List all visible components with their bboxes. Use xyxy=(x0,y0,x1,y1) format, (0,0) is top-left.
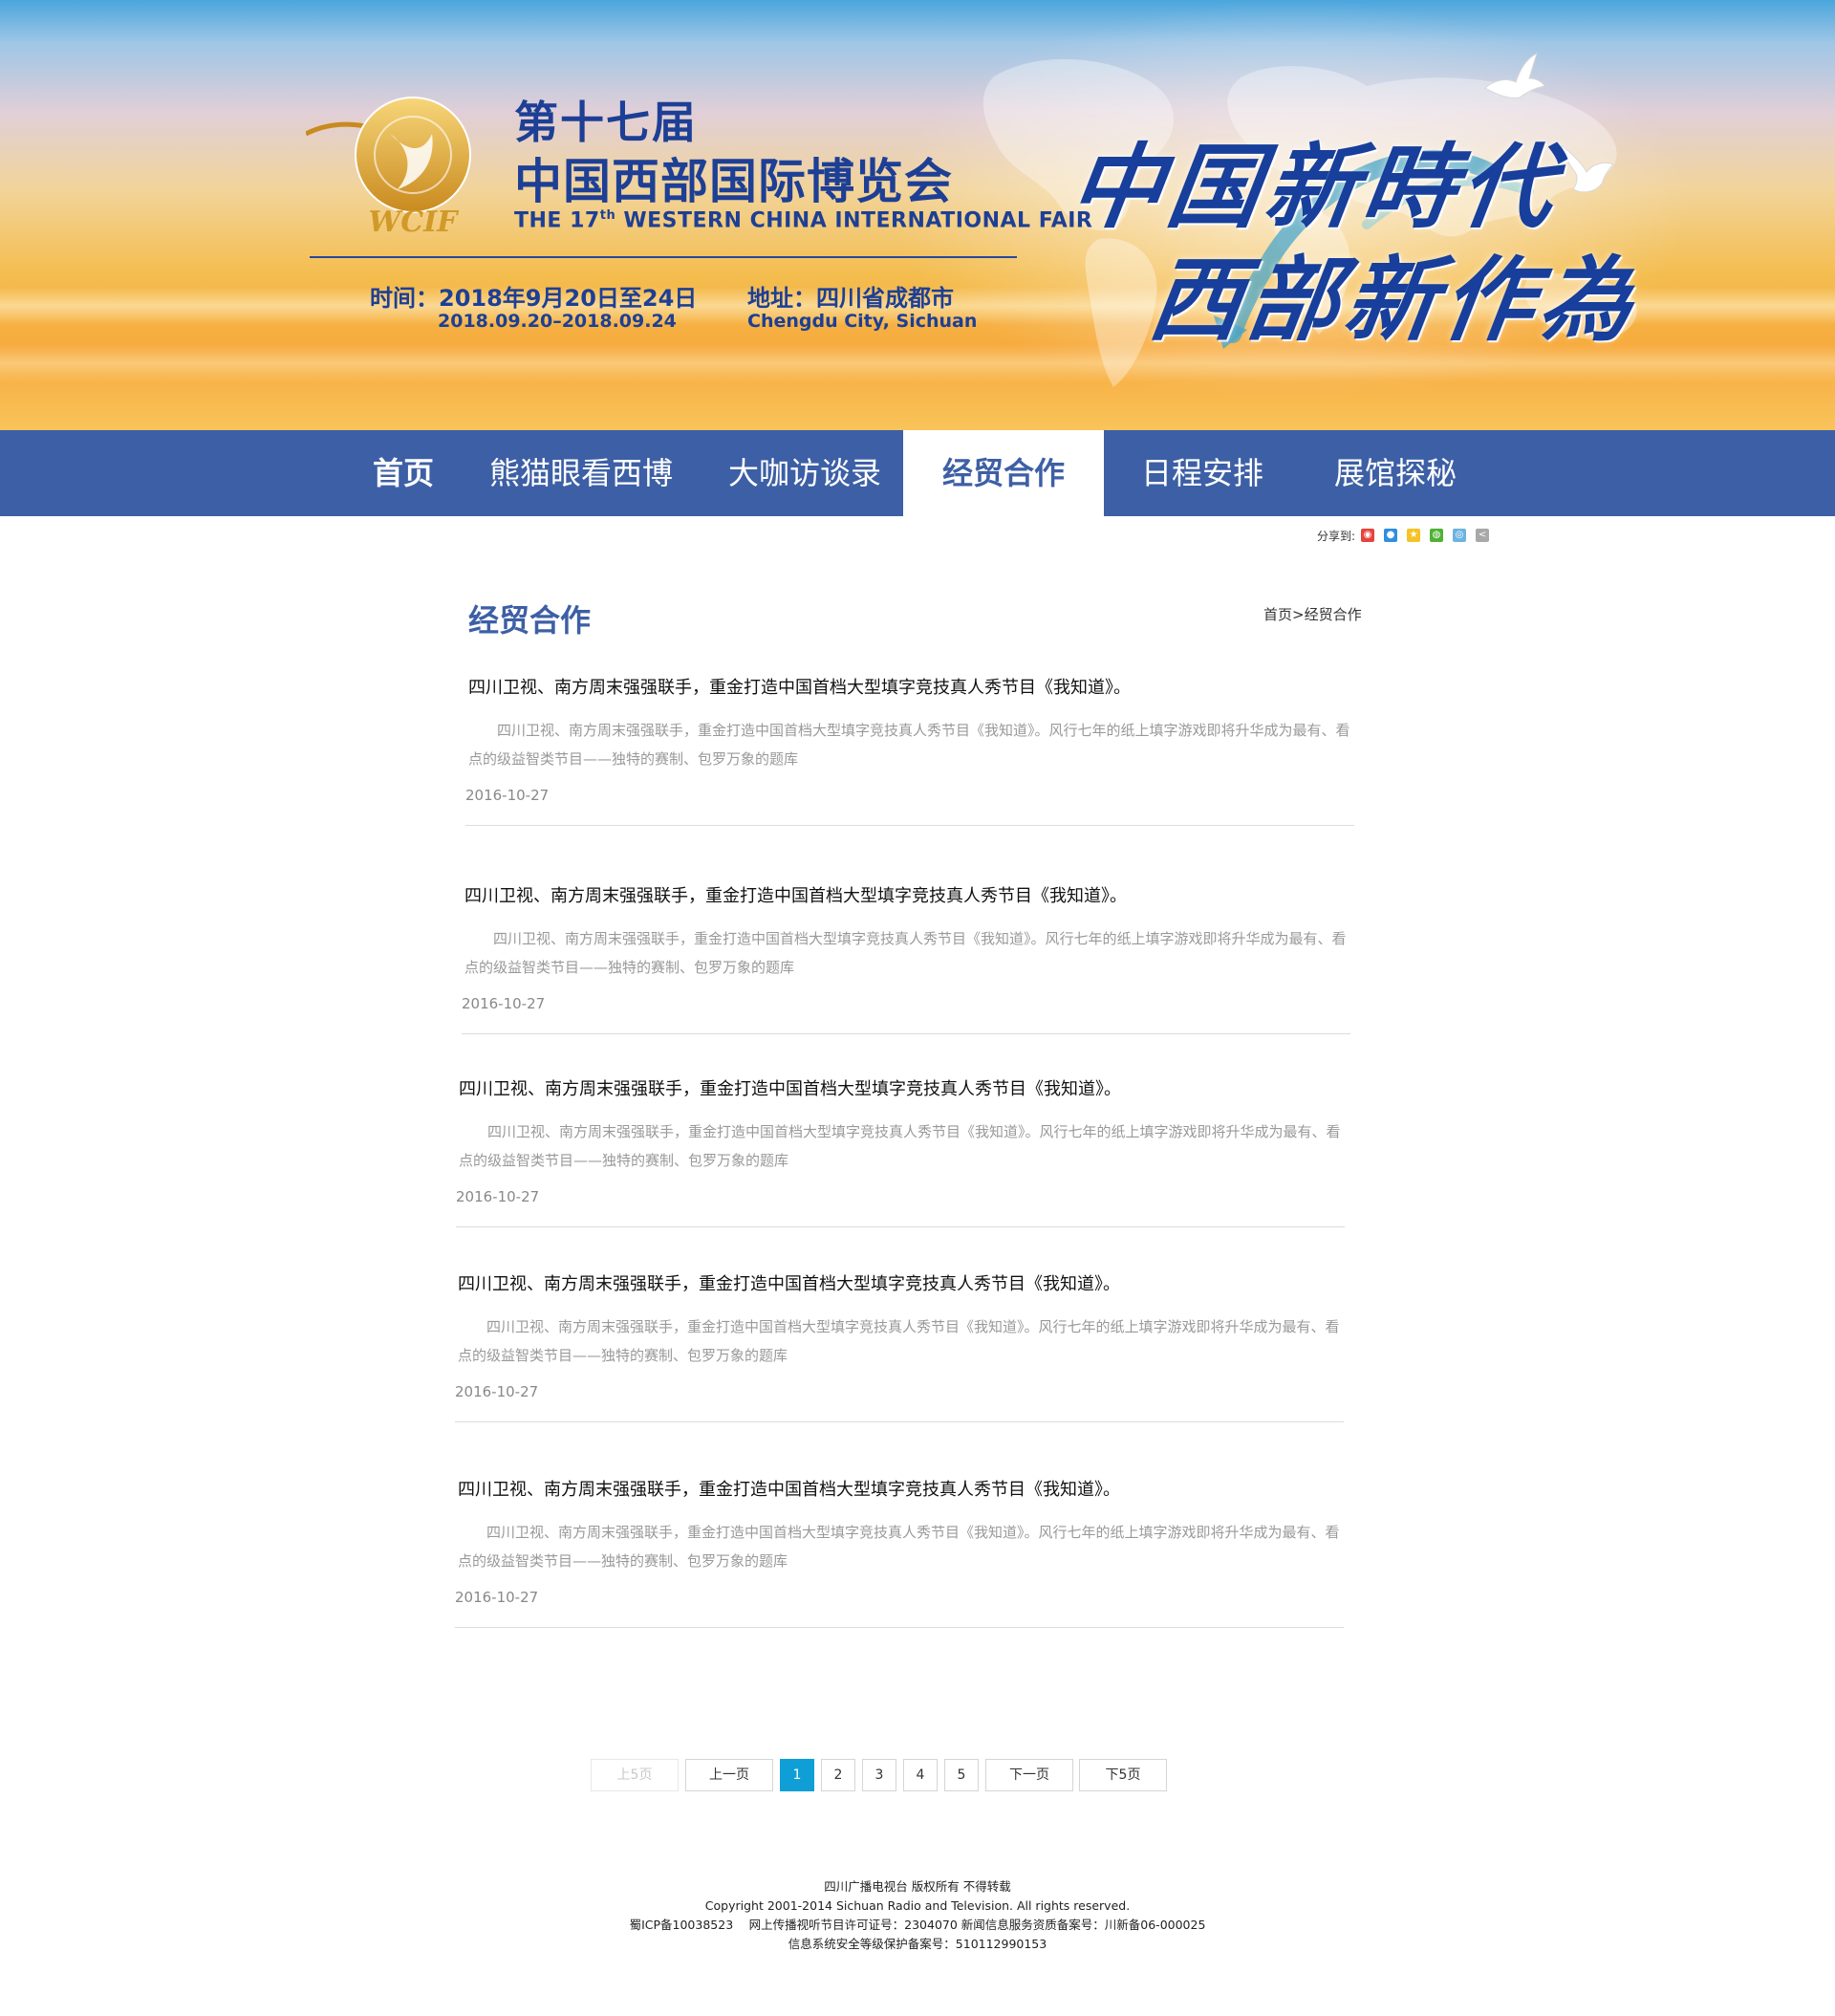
next-page-button[interactable]: 下一页 xyxy=(985,1759,1073,1791)
footer-security-record: 信息系统安全等级保护备案号：510112990153 xyxy=(788,1937,1047,1951)
nav-item-panda-view[interactable]: 熊猫眼看西博 xyxy=(478,430,684,516)
article-summary: 四川卫视、南方周末强强联手，重金打造中国首档大型填字竞技真人秀节目《我知道》。风… xyxy=(468,722,1350,768)
share-label: 分享到: xyxy=(1317,529,1356,543)
page-title: 经贸合作 xyxy=(468,602,592,639)
logo-wordmark: WCIF xyxy=(369,206,461,239)
share-bar: 分享到: ◉ ● ★ ◍ ◎ < xyxy=(1317,527,1499,544)
article-date: 2016-10-27 xyxy=(462,995,546,1012)
article-title[interactable]: 四川卫视、南方周末强强联手，重金打造中国首档大型填字竞技真人秀节目《我知道》。 xyxy=(458,1270,1120,1295)
qzone-icon[interactable]: ★ xyxy=(1407,529,1421,542)
article-title[interactable]: 四川卫视、南方周末强强联手，重金打造中国首档大型填字竞技真人秀节目《我知道》。 xyxy=(458,1476,1120,1501)
next-5-pages-button[interactable]: 下5页 xyxy=(1079,1759,1167,1791)
more-share-icon[interactable]: < xyxy=(1476,529,1490,542)
nav-item-schedule[interactable]: 日程安排 xyxy=(1126,430,1279,516)
qq-icon[interactable]: ● xyxy=(1384,529,1398,542)
header-banner: WCIF 第十七届 中国西部国际博览会 THE 17th WESTERN CHI… xyxy=(0,0,1835,430)
page-button-4[interactable]: 4 xyxy=(903,1759,938,1791)
article-summary: 四川卫视、南方周末强强联手，重金打造中国首档大型填字竞技真人秀节目《我知道》。风… xyxy=(458,1318,1340,1364)
fair-name-cn: 中国西部国际博览会 xyxy=(514,154,953,209)
dove-icon xyxy=(1484,53,1545,98)
article-title[interactable]: 四川卫视、南方周末强强联手，重金打造中国首档大型填字竞技真人秀节目《我知道》。 xyxy=(468,674,1131,699)
article-divider xyxy=(465,825,1354,826)
article-title[interactable]: 四川卫视、南方周末强强联手，重金打造中国首档大型填字竞技真人秀节目《我知道》。 xyxy=(464,882,1127,907)
article-summary: 四川卫视、南方周末强强联手，重金打造中国首档大型填字竞技真人秀节目《我知道》。风… xyxy=(458,1524,1340,1570)
fair-address-cn: 地址：四川省成都市 xyxy=(747,285,954,312)
article-divider xyxy=(462,1033,1350,1034)
fair-date-cn: 时间：2018年9月20日至24日 xyxy=(370,285,698,312)
page-button-3[interactable]: 3 xyxy=(862,1759,896,1791)
page-button-1[interactable]: 1 xyxy=(780,1759,814,1791)
fair-date-en: 2018.09.20–2018.09.24 xyxy=(438,311,677,332)
article-divider xyxy=(455,1627,1344,1628)
fair-name-en: THE 17th WESTERN CHINA INTERNATIONAL FAI… xyxy=(514,208,1092,232)
article-divider xyxy=(456,1226,1345,1227)
article-date: 2016-10-27 xyxy=(455,1383,539,1400)
nav-item-venue[interactable]: 展馆探秘 xyxy=(1319,430,1472,516)
article-divider xyxy=(455,1421,1344,1422)
pagination: 上5页 上一页 1 2 3 4 5 下一页 下5页 xyxy=(0,1759,1835,1791)
fair-name-en-sup: th xyxy=(599,208,616,223)
nav-item-interviews[interactable]: 大咖访谈录 xyxy=(711,430,898,516)
article-date: 2016-10-27 xyxy=(465,787,550,804)
fair-logo: WCIF xyxy=(306,97,471,239)
fair-address-en: Chengdu City, Sichuan xyxy=(747,311,978,332)
page-button-2[interactable]: 2 xyxy=(821,1759,855,1791)
main-nav: 首页 熊猫眼看西博 大咖访谈录 经贸合作 日程安排 展馆探秘 xyxy=(0,430,1835,516)
page-button-5[interactable]: 5 xyxy=(944,1759,979,1791)
footer: 四川广播电视台 版权所有 不得转载 Copyright 2001-2014 Si… xyxy=(0,1877,1835,1954)
weibo-icon[interactable]: ◉ xyxy=(1361,529,1375,542)
article-summary: 四川卫视、南方周末强强联手，重金打造中国首档大型填字竞技真人秀节目《我知道》。风… xyxy=(459,1123,1341,1169)
fair-name-en-prefix: THE 17 xyxy=(514,208,600,233)
fair-name-en-suffix: WESTERN CHINA INTERNATIONAL FAIR xyxy=(615,208,1093,233)
footer-copyright-en: Copyright 2001-2014 Sichuan Radio and Te… xyxy=(704,1898,1131,1913)
slogan-line-2: 西部新作為 xyxy=(1142,246,1646,354)
article-date: 2016-10-27 xyxy=(455,1589,539,1606)
footer-license: 蜀ICP备10038523 网上传播视听节目许可证号：2304070 新闻信息服… xyxy=(629,1918,1206,1932)
prev-page-button[interactable]: 上一页 xyxy=(685,1759,773,1791)
prev-5-pages-button[interactable]: 上5页 xyxy=(591,1759,679,1791)
wechat-icon[interactable]: ◍ xyxy=(1430,529,1444,542)
breadcrumb[interactable]: 首页>经贸合作 xyxy=(1263,604,1362,624)
article-title[interactable]: 四川卫视、南方周末强强联手，重金打造中国首档大型填字竞技真人秀节目《我知道》。 xyxy=(459,1075,1121,1100)
banner-divider xyxy=(310,256,1017,258)
footer-copyright-cn: 四川广播电视台 版权所有 不得转载 xyxy=(824,1879,1011,1894)
fair-edition-title: 第十七届 xyxy=(514,97,698,148)
nav-item-home[interactable]: 首页 xyxy=(356,430,451,516)
article-summary: 四川卫视、南方周末强强联手，重金打造中国首档大型填字竞技真人秀节目《我知道》。风… xyxy=(464,930,1347,976)
renren-icon[interactable]: ◎ xyxy=(1453,529,1467,542)
article-date: 2016-10-27 xyxy=(456,1188,540,1205)
nav-item-trade-cooperation[interactable]: 经贸合作 xyxy=(903,430,1104,516)
